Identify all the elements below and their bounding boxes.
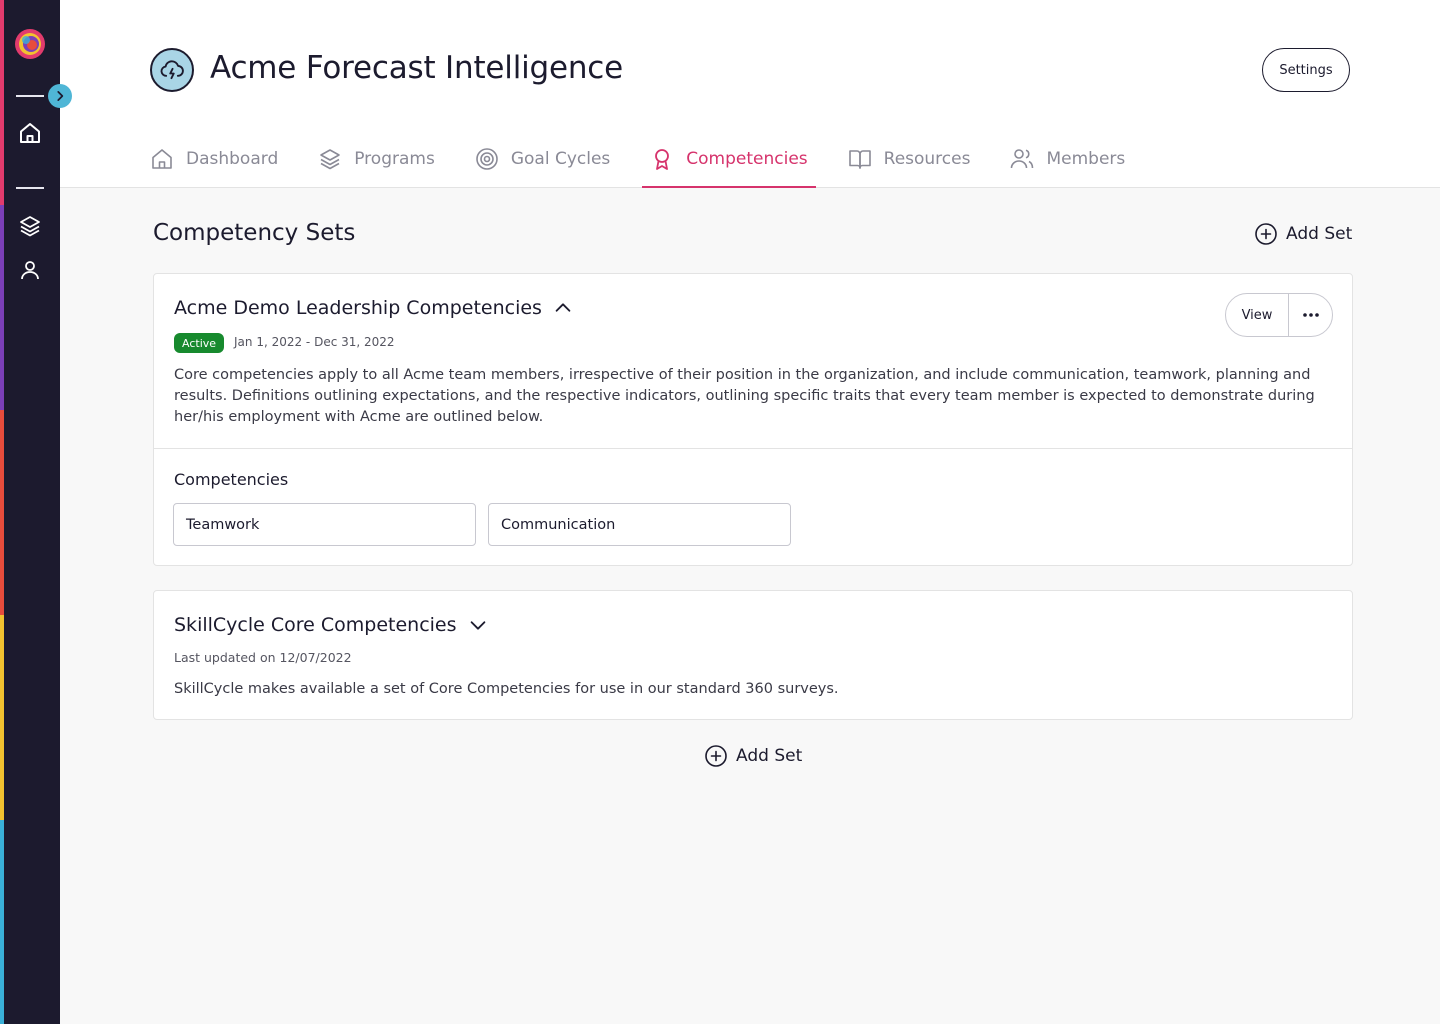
set-title-toggle[interactable]: SkillCycle Core Competencies [174,614,489,636]
tab-competencies[interactable]: Competencies [642,140,817,188]
brand-logo-icon[interactable] [14,28,46,60]
book-icon [848,147,872,171]
tab-label: Competencies [686,149,808,169]
layers-icon [318,147,342,171]
expand-sidebar-button[interactable] [48,84,72,108]
award-icon [650,147,674,171]
competency-item-teamwork[interactable]: Teamwork [173,503,476,546]
add-set-button[interactable]: Add Set [1254,222,1352,246]
home-icon [150,147,174,171]
status-badge: Active [174,333,225,353]
nav-tabs: Dashboard Programs Goal Cycles Competenc… [150,140,1165,188]
tab-dashboard[interactable]: Dashboard [150,140,278,188]
tab-label: Goal Cycles [510,149,611,169]
add-set-label: Add Set [736,746,803,766]
tab-label: Members [1046,149,1126,169]
chevron-up-icon[interactable] [552,297,574,319]
date-range: Jan 1, 2022 - Dec 31, 2022 [234,335,395,349]
competency-item-communication[interactable]: Communication [488,503,791,546]
set-description: Core competencies apply to all Acme team… [174,367,1315,425]
home-icon[interactable] [18,121,42,145]
set-title: SkillCycle Core Competencies [174,614,457,636]
plus-circle-icon [1254,222,1278,246]
users-icon [1010,147,1034,171]
rail-divider [16,95,44,97]
left-rail [0,0,60,1024]
add-set-button-bottom[interactable]: Add Set [704,744,802,768]
section-title: Competency Sets [153,220,356,246]
tab-programs[interactable]: Programs [318,140,435,188]
page-header: Acme Forecast Intelligence Settings Dash… [60,0,1440,188]
tab-label: Programs [354,149,435,169]
settings-button[interactable]: Settings [1262,48,1350,92]
chevron-down-icon[interactable] [467,614,489,636]
tab-members[interactable]: Members [1010,140,1125,188]
cloud-lightning-icon [150,48,194,92]
tab-label: Dashboard [186,149,279,169]
tab-goal-cycles[interactable]: Goal Cycles [475,140,610,188]
set-description: SkillCycle makes available a set of Core… [174,681,839,697]
plus-circle-icon [704,744,728,768]
card-divider [154,448,1352,449]
competency-set-card: Acme Demo Leadership Competencies Active… [153,273,1353,566]
app-title: Acme Forecast Intelligence [210,50,624,86]
chevron-right-icon [57,91,64,101]
set-title: Acme Demo Leadership Competencies [174,297,542,319]
add-set-label: Add Set [1286,224,1353,244]
last-updated: Last updated on 12/07/2022 [174,650,352,665]
layers-icon[interactable] [18,214,42,238]
ellipsis-icon [1302,313,1319,317]
set-title-toggle[interactable]: Acme Demo Leadership Competencies [174,297,574,319]
target-icon [475,147,499,171]
competency-set-card: SkillCycle Core Competencies Last update… [153,590,1353,720]
rail-divider [16,187,44,189]
tab-label: Resources [883,149,971,169]
user-icon[interactable] [18,258,42,282]
competencies-heading: Competencies [174,470,289,489]
rail-color-stripe [0,0,4,1024]
view-button[interactable]: View [1226,294,1289,336]
tab-resources[interactable]: Resources [848,140,971,188]
set-actions: View [1225,293,1333,337]
more-options-button[interactable] [1289,294,1332,336]
